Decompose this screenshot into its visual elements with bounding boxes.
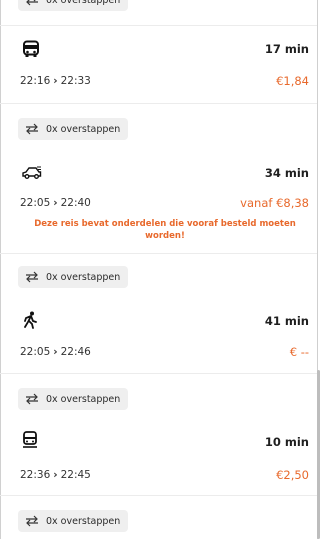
depart-time: 22:05	[20, 346, 51, 358]
depart-time: 22:05	[20, 197, 51, 209]
price: € --	[289, 345, 309, 359]
duration: 10 min	[264, 435, 309, 449]
transfer-arrows-icon	[26, 123, 38, 135]
price: vanaf €8,38	[240, 196, 309, 210]
arrive-time: 22:45	[60, 469, 91, 481]
divider	[0, 373, 317, 374]
booking-warning: Deze reis bevat onderdelen die vooraf be…	[34, 219, 296, 241]
time-range: 22:36 › 22:45	[20, 469, 91, 481]
depart-time: 22:16	[20, 75, 51, 87]
left-border	[0, 0, 1, 539]
arrow-separator-icon: ›	[53, 75, 58, 87]
transfers-chip-top[interactable]: 0x overstappen	[18, 0, 129, 11]
transfer-arrows-icon	[26, 0, 38, 6]
arrow-separator-icon: ›	[53, 346, 58, 358]
divider	[0, 495, 317, 496]
transfers-label: 0x overstappen	[46, 515, 121, 527]
price: €2,50	[276, 468, 309, 482]
transfers-label: 0x overstappen	[46, 0, 121, 6]
divider	[0, 25, 317, 26]
time-range: 22:05 › 22:40	[20, 197, 91, 209]
transfers-chip[interactable]: 0x overstappen	[18, 118, 129, 140]
car-icon	[22, 165, 42, 184]
transfer-arrows-icon	[26, 393, 38, 405]
arrow-separator-icon: ›	[53, 469, 58, 481]
transfers-chip[interactable]: 0x overstappen	[18, 388, 129, 410]
duration: 41 min	[264, 314, 309, 328]
arrive-time: 22:33	[60, 75, 91, 87]
transfers-chip[interactable]: 0x overstappen	[18, 510, 129, 532]
transfers-label: 0x overstappen	[46, 123, 121, 135]
transfers-label: 0x overstappen	[46, 271, 121, 283]
time-range: 22:05 › 22:46	[20, 346, 91, 358]
transfers-chip[interactable]: 0x overstappen	[18, 266, 129, 288]
walking-icon	[22, 311, 38, 333]
train-icon	[22, 431, 38, 453]
arrow-separator-icon: ›	[53, 197, 58, 209]
duration: 17 min	[264, 42, 309, 56]
transfers-label: 0x overstappen	[46, 393, 121, 405]
bus-icon	[22, 40, 40, 62]
depart-time: 22:36	[20, 469, 51, 481]
divider	[0, 253, 317, 254]
time-range: 22:16 › 22:33	[20, 75, 91, 87]
scrollbar-thumb[interactable]	[317, 370, 320, 539]
transfer-arrows-icon	[26, 271, 38, 283]
transfer-arrows-icon	[26, 515, 38, 527]
duration: 34 min	[264, 166, 309, 180]
divider	[0, 103, 317, 104]
arrive-time: 22:46	[60, 346, 91, 358]
price: €1,84	[276, 74, 309, 88]
arrive-time: 22:40	[60, 197, 91, 209]
